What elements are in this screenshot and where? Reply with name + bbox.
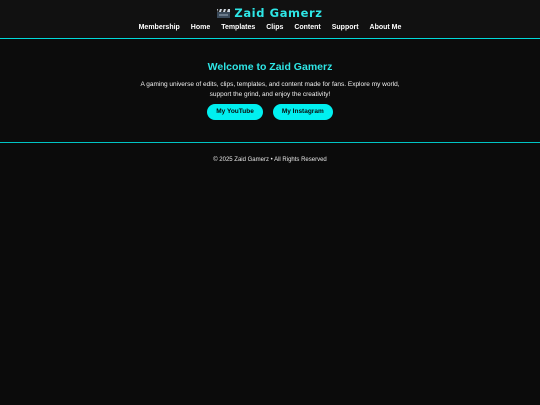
site-title: Zaid Gamerz	[234, 6, 323, 20]
nav-support[interactable]: Support	[332, 24, 359, 31]
youtube-button[interactable]: My YouTube	[207, 104, 263, 120]
nav-membership[interactable]: Membership	[139, 24, 180, 31]
nav-home[interactable]: Home	[191, 24, 210, 31]
hero-description: A gaming universe of edits, clips, templ…	[140, 81, 400, 98]
hero-title: Welcome to Zaid Gamerz	[207, 61, 333, 73]
hero-buttons: My YouTube My Instagram	[0, 104, 540, 120]
footer-copyright: © 2025 Zaid Gamerz • All Rights Reserved	[213, 157, 327, 163]
site-logo[interactable]: Zaid Gamerz	[0, 5, 540, 21]
instagram-button[interactable]: My Instagram	[272, 104, 333, 120]
nav-clips[interactable]: Clips	[266, 24, 283, 31]
nav-templates[interactable]: Templates	[221, 24, 255, 31]
nav-about-me[interactable]: About Me	[370, 24, 402, 31]
hero-section: Welcome to Zaid Gamerz A gaming universe…	[0, 39, 540, 143]
main-nav: Membership Home Templates Clips Content …	[0, 23, 540, 33]
site-header: Zaid Gamerz Membership Home Templates Cl…	[0, 0, 540, 39]
nav-content[interactable]: Content	[294, 24, 320, 31]
film-clapper-icon	[217, 9, 231, 18]
